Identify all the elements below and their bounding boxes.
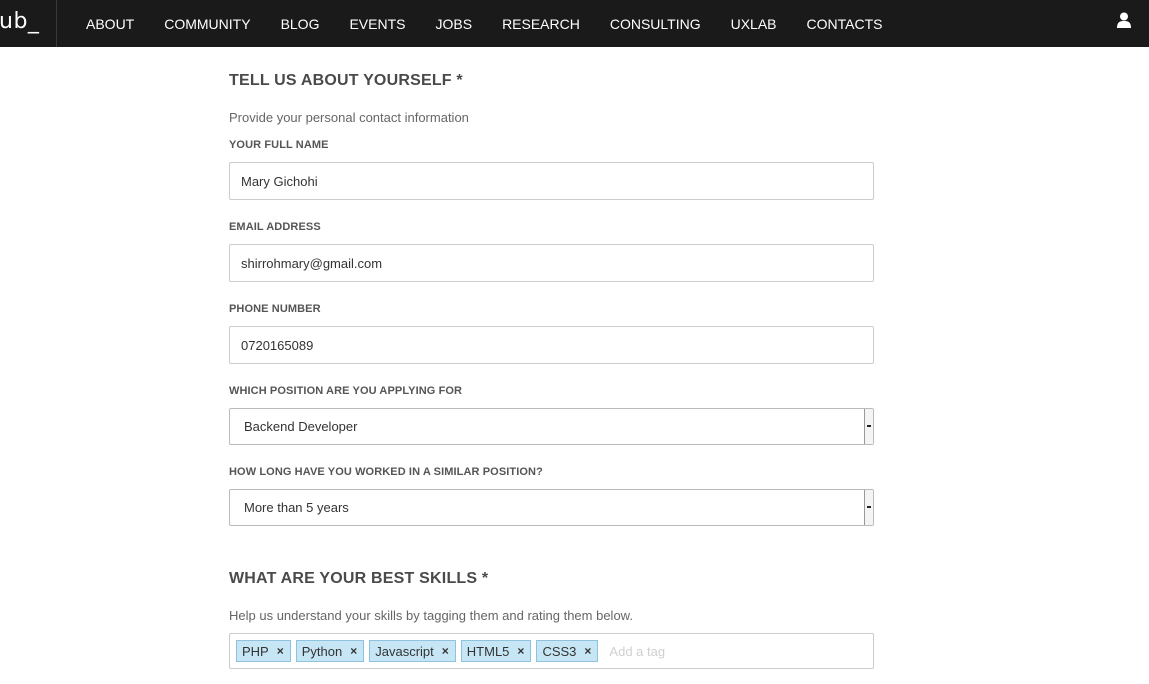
skill-tag-label: Python (301, 643, 343, 659)
skill-tag: Python × (295, 640, 365, 662)
email-input[interactable] (229, 244, 874, 282)
skills-section-description: Help us understand your skills by taggin… (229, 608, 633, 623)
nav-item-community[interactable]: COMMUNITY (164, 4, 250, 44)
phone-input[interactable] (229, 326, 874, 364)
experience-select[interactable]: More than 5 years (229, 489, 874, 526)
remove-tag-icon[interactable]: × (517, 644, 524, 658)
remove-tag-icon[interactable]: × (277, 644, 284, 658)
full-name-input[interactable] (229, 162, 874, 200)
skill-tag: CSS3 × (536, 640, 599, 662)
user-icon[interactable] (1117, 12, 1131, 28)
nav-item-consulting[interactable]: CONSULTING (610, 4, 701, 44)
skill-tag-label: Javascript (375, 643, 434, 659)
skill-tag-label: CSS3 (542, 643, 577, 659)
experience-label: HOW LONG HAVE YOU WORKED IN A SIMILAR PO… (229, 466, 543, 478)
remove-tag-icon[interactable]: × (584, 644, 591, 658)
chevron-down-icon[interactable] (864, 490, 873, 525)
brand-logo[interactable]: ub_ (0, 0, 57, 47)
skill-tag: Javascript × (369, 640, 456, 662)
full-name-label: YOUR FULL NAME (229, 139, 329, 151)
main-nav: ABOUT COMMUNITY BLOG EVENTS JOBS RESEARC… (86, 0, 913, 47)
nav-item-blog[interactable]: BLOG (281, 4, 320, 44)
skill-tag-label: PHP (242, 643, 269, 659)
about-section-title: TELL US ABOUT YOURSELF * (229, 72, 463, 89)
nav-item-about[interactable]: ABOUT (86, 4, 134, 44)
top-navigation-bar: ub_ ABOUT COMMUNITY BLOG EVENTS JOBS RES… (0, 0, 1149, 47)
remove-tag-icon[interactable]: × (350, 644, 357, 658)
skill-tag: HTML5 × (460, 640, 532, 662)
position-select[interactable]: Backend Developer (229, 408, 874, 445)
experience-select-value: More than 5 years (244, 500, 349, 515)
remove-tag-icon[interactable]: × (442, 644, 449, 658)
phone-label: PHONE NUMBER (229, 303, 321, 315)
position-label: WHICH POSITION ARE YOU APPLYING FOR (229, 385, 463, 397)
chevron-down-icon[interactable] (864, 409, 873, 444)
nav-item-uxlab[interactable]: UXLAB (731, 4, 777, 44)
skill-tag: PHP × (236, 640, 291, 662)
add-tag-input[interactable] (607, 642, 812, 660)
skills-tag-input-box[interactable]: PHP × Python × Javascript × HTML5 × CSS3… (229, 633, 874, 669)
skills-section-title: WHAT ARE YOUR BEST SKILLS * (229, 570, 489, 587)
skill-tag-label: HTML5 (466, 643, 510, 659)
nav-item-research[interactable]: RESEARCH (502, 4, 580, 44)
email-label: EMAIL ADDRESS (229, 221, 321, 233)
nav-item-contacts[interactable]: CONTACTS (807, 4, 883, 44)
nav-item-jobs[interactable]: JOBS (435, 4, 472, 44)
nav-item-events[interactable]: EVENTS (349, 4, 405, 44)
brand-logo-text[interactable]: ub_ (0, 0, 39, 44)
about-section-description: Provide your personal contact informatio… (229, 110, 469, 125)
position-select-value: Backend Developer (244, 419, 358, 434)
